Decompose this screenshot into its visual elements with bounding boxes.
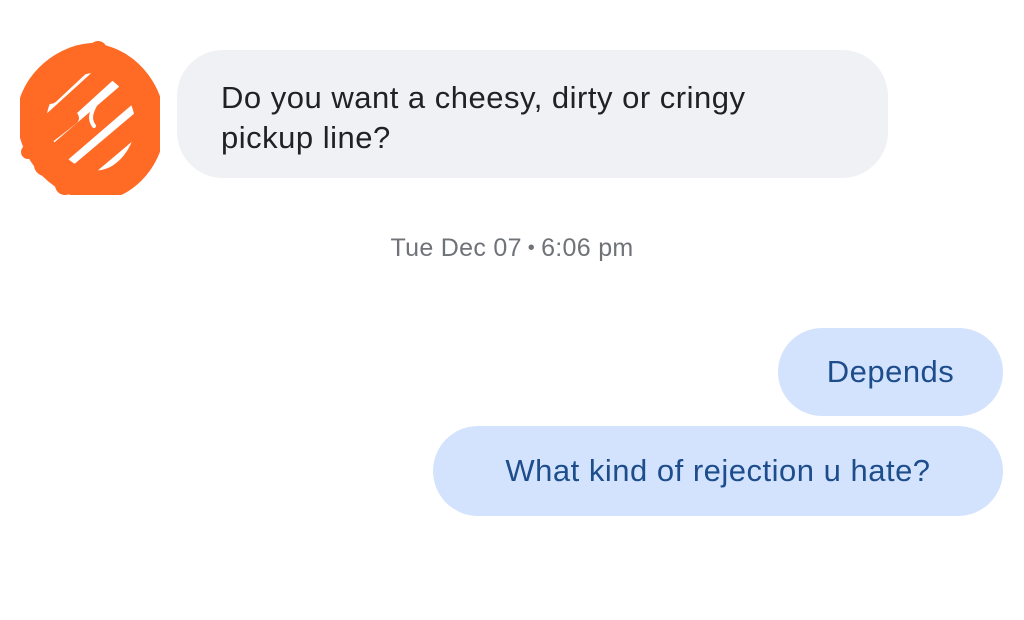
outgoing-message-text: What kind of rejection u hate? bbox=[505, 453, 931, 488]
message-timestamp: Tue Dec 07 • 6:06 pm bbox=[0, 232, 1024, 264]
incoming-message-line-2: pickup line? bbox=[221, 120, 391, 155]
chat-screen: Do you want a cheesy, dirty or cringy pi… bbox=[0, 0, 1024, 620]
timestamp-time: 6:06 pm bbox=[541, 234, 634, 262]
incoming-message-line-1: Do you want a cheesy, dirty or cringy bbox=[221, 80, 746, 115]
timestamp-date: Tue Dec 07 bbox=[390, 234, 522, 262]
timestamp-separator: • bbox=[527, 237, 536, 259]
outgoing-message-bubble[interactable]: Depends bbox=[778, 328, 1003, 416]
redacted-avatar-icon[interactable] bbox=[20, 40, 160, 195]
outgoing-message-text: Depends bbox=[826, 354, 955, 389]
incoming-message-bubble[interactable]: Do you want a cheesy, dirty or cringy pi… bbox=[177, 50, 888, 178]
outgoing-message-bubble[interactable]: What kind of rejection u hate? bbox=[433, 426, 1003, 516]
